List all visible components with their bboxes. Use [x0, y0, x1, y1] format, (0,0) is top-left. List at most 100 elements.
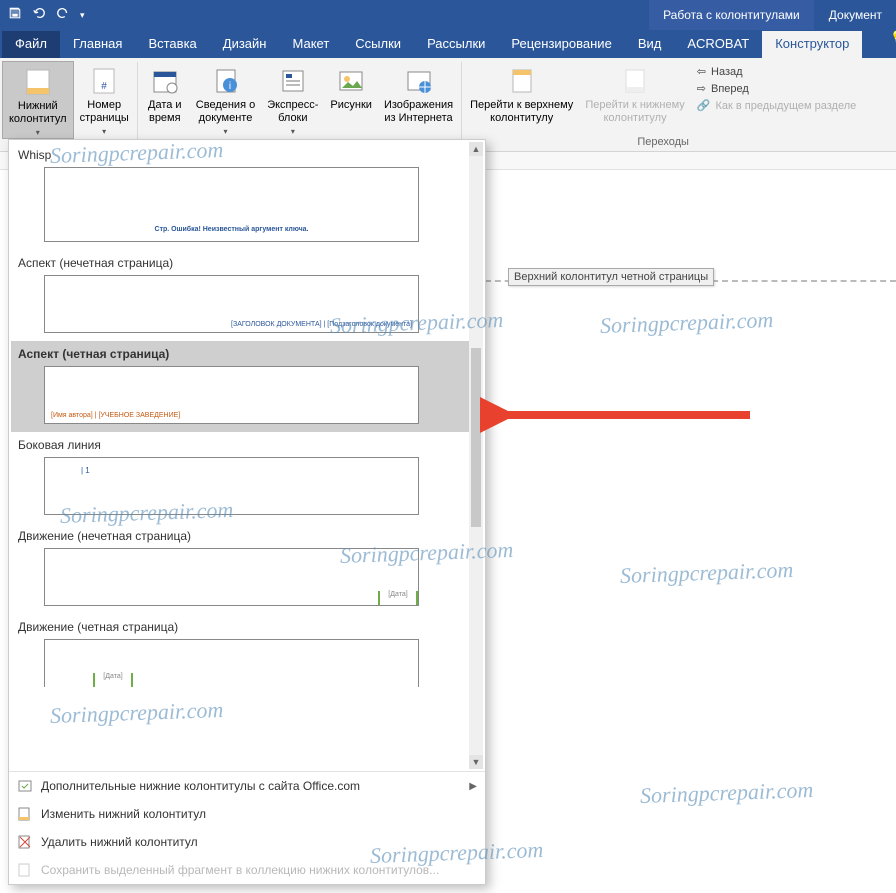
tab-review[interactable]: Рецензирование [498, 31, 624, 58]
footer-button[interactable]: Нижний колонтитул ▾ [2, 61, 74, 139]
gallery-item-motion-odd[interactable]: Движение (нечетная страница) [Дата] [11, 523, 469, 614]
tab-layout[interactable]: Макет [279, 31, 342, 58]
gallery-footer-menu: Дополнительные нижние колонтитулы с сайт… [9, 771, 485, 884]
scroll-down-icon[interactable]: ▼ [469, 755, 483, 769]
group-navigation: Перейти к верхнему колонтитулу Перейти к… [462, 58, 864, 151]
footer-label: Нижний колонтитул [9, 100, 67, 126]
ribbon: Нижний колонтитул ▾ # Номер страницы ▾ Д… [0, 58, 896, 152]
calendar-icon [149, 65, 181, 97]
office-icon [17, 778, 33, 794]
back-button[interactable]: ⇦Назад [697, 65, 856, 78]
save-selection-button: Сохранить выделенный фрагмент в коллекци… [9, 856, 485, 884]
online-pictures-button[interactable]: Изображения из Интернета [378, 61, 459, 137]
gallery-item-title: Движение (четная страница) [16, 617, 464, 639]
gallery-item-aspect-odd[interactable]: Аспект (нечетная страница) [ЗАГОЛОВОК ДО… [11, 250, 469, 341]
gallery-item-title: Боковая линия [16, 435, 464, 457]
page-number-icon: # [88, 65, 120, 97]
svg-text:#: # [101, 81, 107, 92]
online-pictures-icon [403, 65, 435, 97]
watermark: Soringpcrepair.com [620, 557, 794, 589]
chevron-down-icon: ▾ [223, 127, 227, 137]
gallery-item-sidebar[interactable]: Боковая линия | 1 [11, 432, 469, 523]
remove-footer-button[interactable]: Удалить нижний колонтитул [9, 828, 485, 856]
goto-footer-label: Перейти к нижнему колонтитулу [585, 99, 684, 125]
forward-button[interactable]: ⇨Вперед [697, 82, 856, 95]
tab-file[interactable]: Файл [2, 31, 60, 58]
pictures-button[interactable]: Рисунки [324, 61, 378, 137]
group-headerfooter: Нижний колонтитул ▾ # Номер страницы ▾ [0, 58, 137, 151]
tab-designer[interactable]: Конструктор [762, 31, 862, 58]
save-selection-icon [17, 862, 33, 878]
title-bar: ▾ Работа с колонтитулами Документ [0, 0, 896, 30]
nav-small-buttons: ⇦Назад ⇨Вперед 🔗Как в предыдущем разделе [691, 61, 862, 136]
tab-references[interactable]: Ссылки [342, 31, 414, 58]
contextual-tab-headerfooter[interactable]: Работа с колонтитулами [648, 0, 814, 30]
gallery-item-aspect-even[interactable]: Аспект (четная страница) [Имя автора] | … [11, 341, 469, 432]
qat-customize-icon[interactable]: ▾ [80, 10, 85, 21]
tab-mailings[interactable]: Рассылки [414, 31, 498, 58]
scroll-thumb[interactable] [471, 348, 481, 528]
pictures-icon [335, 65, 367, 97]
chevron-right-icon: ▶ [469, 781, 477, 792]
quick-parts-icon [277, 65, 309, 97]
lightbulb-icon: 💡 [890, 30, 896, 44]
gallery-item-motion-even[interactable]: Движение (четная страница) [Дата] [11, 614, 469, 695]
gallery-item-whisp[interactable]: Whisp Стр. Ошибка! Неизвестный аргумент … [11, 142, 469, 250]
doc-info-label: Сведения о документе [196, 99, 255, 125]
gallery-item-title: Аспект (нечетная страница) [16, 253, 464, 275]
annotation-arrow [480, 395, 760, 435]
pictures-label: Рисунки [330, 99, 372, 112]
forward-icon: ⇨ [697, 82, 706, 95]
chevron-down-icon: ▾ [36, 128, 40, 138]
tell-me[interactable]: 💡 Что вы х [882, 16, 896, 58]
gallery-thumb: [Дата] [44, 548, 419, 606]
tab-view[interactable]: Вид [625, 31, 675, 58]
goto-footer-button: Перейти к нижнему колонтитулу [579, 61, 690, 136]
watermark: Soringpcrepair.com [600, 307, 774, 339]
gallery-thumb: Стр. Ошибка! Неизвестный аргумент ключа. [44, 167, 419, 242]
gallery-thumb: [ЗАГОЛОВОК ДОКУМЕНТА] | [Подзаголовок до… [44, 275, 419, 333]
doc-info-button[interactable]: i Сведения о документе ▾ [190, 61, 261, 137]
goto-header-label: Перейти к верхнему колонтитулу [470, 99, 573, 125]
save-icon[interactable] [8, 6, 22, 25]
date-time-label: Дата и время [148, 99, 182, 125]
undo-icon[interactable] [32, 6, 46, 25]
page-number-label: Номер страницы [80, 99, 129, 125]
watermark: Soringpcrepair.com [640, 777, 814, 809]
link-previous-button: 🔗Как в предыдущем разделе [697, 99, 856, 112]
gallery-item-title: Аспект (четная страница) [16, 344, 464, 366]
tab-home[interactable]: Главная [60, 31, 135, 58]
contextual-tabs: Работа с колонтитулами Документ [648, 0, 896, 30]
scroll-up-icon[interactable]: ▲ [469, 142, 483, 156]
doc-info-icon: i [210, 65, 242, 97]
goto-header-button[interactable]: Перейти к верхнему колонтитулу [464, 61, 579, 136]
header-section-tag: Верхний колонтитул четной страницы [508, 268, 714, 286]
chevron-down-icon: ▾ [291, 127, 295, 137]
gallery-thumb: [Дата] [44, 639, 419, 687]
edit-footer-button[interactable]: Изменить нижний колонтитул [9, 800, 485, 828]
footer-icon [22, 66, 54, 98]
gallery-item-title: Движение (нечетная страница) [16, 526, 464, 548]
gallery-thumb: | 1 [44, 457, 419, 515]
quick-parts-button[interactable]: Экспресс- блоки ▾ [261, 61, 324, 137]
date-time-button[interactable]: Дата и время [140, 61, 190, 137]
tab-acrobat[interactable]: ACROBAT [674, 31, 762, 58]
chevron-down-icon: ▾ [102, 127, 106, 137]
group-nav-label: Переходы [462, 136, 864, 151]
tab-insert[interactable]: Вставка [135, 31, 209, 58]
quick-parts-label: Экспресс- блоки [267, 99, 318, 125]
gallery-scroll-area: Whisp Стр. Ошибка! Неизвестный аргумент … [9, 140, 485, 771]
gallery-scrollbar[interactable]: ▲ ▼ [469, 142, 483, 769]
more-from-office-button[interactable]: Дополнительные нижние колонтитулы с сайт… [9, 772, 485, 800]
gallery-thumb: [Имя автора] | [УЧЕБНОЕ ЗАВЕДЕНИЕ] [44, 366, 419, 424]
back-icon: ⇦ [697, 65, 706, 78]
tab-design[interactable]: Дизайн [210, 31, 280, 58]
page-number-button[interactable]: # Номер страницы ▾ [74, 61, 135, 139]
ribbon-tabs: Файл Главная Вставка Дизайн Макет Ссылки… [0, 30, 896, 58]
redo-icon[interactable] [56, 6, 70, 25]
svg-text:i: i [228, 81, 230, 92]
gallery-item-title: Whisp [16, 145, 464, 167]
goto-header-icon [506, 65, 538, 97]
link-icon: 🔗 [697, 99, 711, 112]
footer-gallery-dropdown: Whisp Стр. Ошибка! Неизвестный аргумент … [8, 139, 486, 885]
